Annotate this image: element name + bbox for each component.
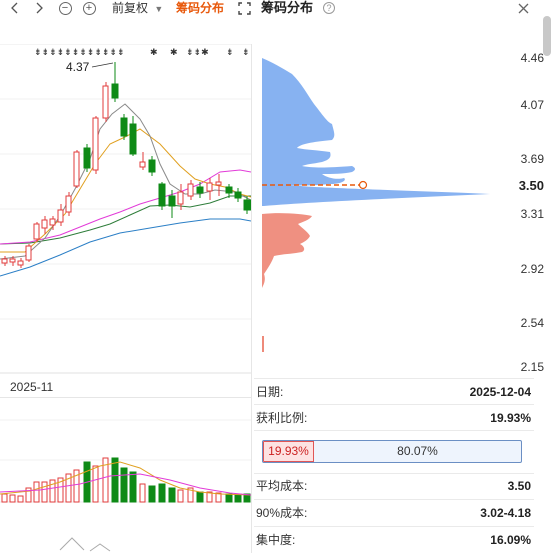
expand-icon[interactable] [237,0,251,16]
high-annotation-pointer [91,62,114,68]
chevron-right-icon[interactable] [33,0,45,16]
concentration-value: 16.09% [490,533,531,547]
zoom-out-icon[interactable]: − [57,0,73,16]
price-tick-6: 2.54 [520,316,544,330]
profit-chips-area [262,213,312,288]
date-axis-label: 2025-11 [10,380,54,394]
svg-text:✱: ✱ [150,48,158,58]
concentration-label: 集中度: [256,533,296,547]
concentration-row: 集中度: 16.09% [256,531,531,549]
price-tick-2: 4.07 [520,98,544,112]
volume-bars [1,457,251,503]
volume-chart [0,419,251,552]
loss-chips-area [262,58,490,206]
svg-text:✱: ✱ [170,48,178,58]
date-row: 日期: 2025-12-04 [256,383,531,401]
price-tick-4: 3.31 [520,207,544,221]
profit-ratio-label: 获利比例: [256,411,308,425]
zoom-in-icon[interactable]: + [81,0,97,16]
svg-text:⇟: ⇟ [226,48,234,58]
avg-cost-value: 3.50 [507,479,531,493]
avg-cost-label: 平均成本: [256,479,308,493]
date-value: 2025-12-04 [469,385,531,399]
svg-text:⇟⇟: ⇟⇟ [242,48,251,58]
chip-distribution-chart [262,58,490,352]
event-markers: ⇟⇟⇟⇟⇟⇟⇟⇟⇟⇟⇟⇟ ✱ ✱ ⇟⇟✱ ⇟ ⇟⇟ [34,48,251,58]
cost90-row: 90%成本: 3.02-4.18 [256,504,531,522]
current-price-label: 3.50 [518,178,544,193]
avg-cost-row: 平均成本: 3.50 [256,477,531,495]
separator [254,378,534,379]
candles [1,62,251,268]
profit-ratio-row: 获利比例: 19.93% [256,409,531,427]
high-annotation: 4.37 [66,60,90,74]
separator [254,499,534,500]
profit-segment: 19.93% [263,441,314,462]
price-tick-7: 2.15 [520,360,544,374]
cost90-value: 3.02-4.18 [480,506,531,520]
close-icon[interactable] [516,0,530,16]
separator [254,526,534,527]
adjust-dropdown[interactable]: 前复权 ▼ [112,0,163,17]
profit-ratio-value: 19.93% [490,411,531,425]
price-tick-1: 4.46 [520,51,544,65]
toolbar: − + 前复权 ▼ 筹码分布 筹码分布 ? [0,0,551,16]
separator [254,430,534,431]
svg-text:⇟⇟✱: ⇟⇟✱ [186,48,209,58]
svg-text:⇟⇟⇟⇟⇟⇟⇟⇟⇟⇟⇟⇟: ⇟⇟⇟⇟⇟⇟⇟⇟⇟⇟⇟⇟ [34,48,125,58]
scrollbar[interactable] [543,16,551,56]
bottom-indicator-peak [59,537,111,552]
caret-down-icon: ▼ [154,4,164,14]
price-tick-5: 2.92 [520,262,544,276]
separator [254,404,534,405]
help-icon[interactable]: ? [322,0,336,16]
candlestick-chart: ⇟⇟⇟⇟⇟⇟⇟⇟⇟⇟⇟⇟ ✱ ✱ ⇟⇟✱ ⇟ ⇟⇟ [0,44,251,374]
cost90-label: 90%成本: [256,506,308,520]
adjust-label: 前复权 [112,1,149,15]
panel-title: 筹码分布 [261,0,314,15]
avg-cost-marker [358,180,368,190]
tab-chip-distribution[interactable]: 筹码分布 [176,0,224,16]
date-label: 日期: [256,385,284,399]
separator [254,473,534,474]
chevron-left-icon[interactable] [9,0,21,16]
loss-segment: 80.07% [397,444,438,458]
price-tick-3: 3.69 [520,152,544,166]
profit-loss-ratio-bar: 19.93% 80.07% [262,440,522,463]
